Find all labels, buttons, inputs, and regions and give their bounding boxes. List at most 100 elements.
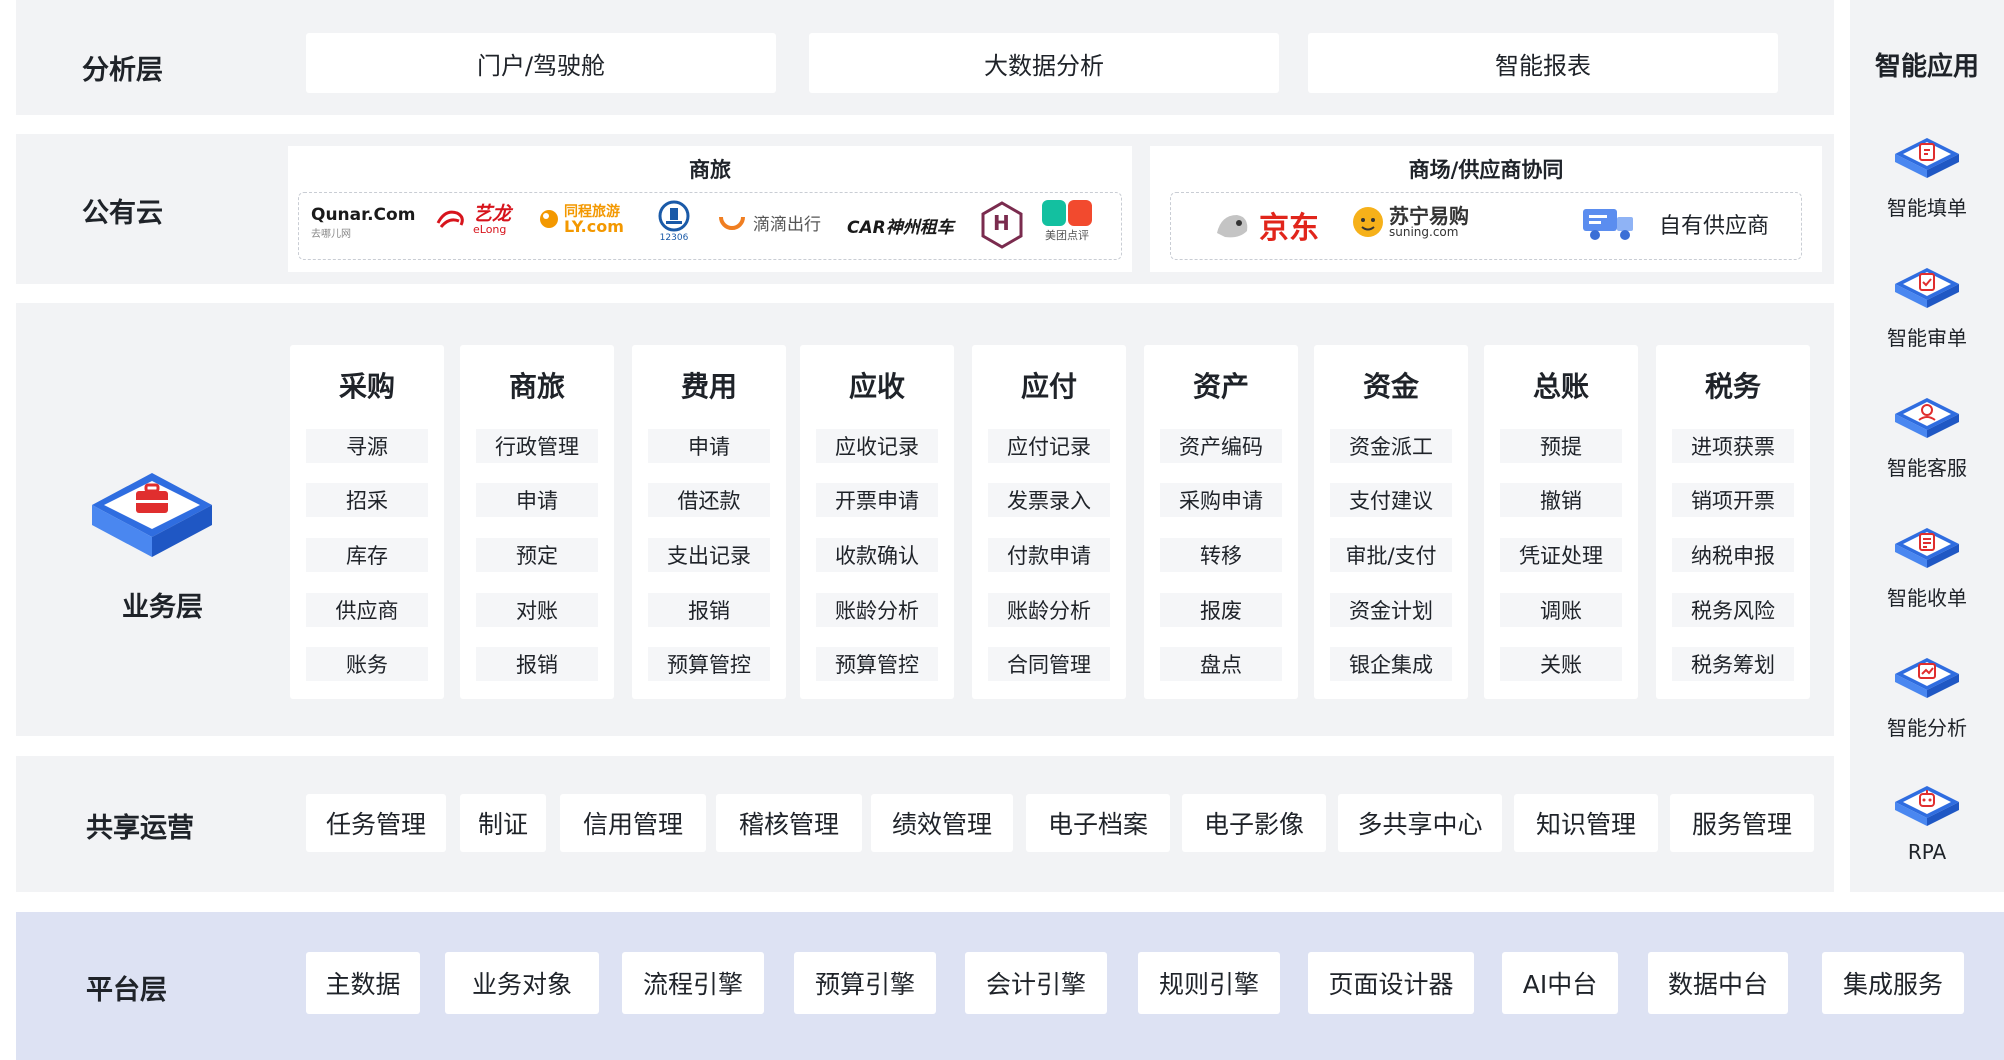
shared-ops-item[interactable]: 电子影像 xyxy=(1182,794,1326,852)
platform-item[interactable]: 流程引擎 xyxy=(622,952,764,1014)
elong-logo[interactable]: 艺龙 eLong xyxy=(435,205,511,235)
platform-item[interactable]: 页面设计器 xyxy=(1308,952,1474,1014)
business-item[interactable]: 预算管控 xyxy=(648,647,770,681)
business-item[interactable]: 预提 xyxy=(1500,429,1622,463)
business-item[interactable]: 关账 xyxy=(1500,647,1622,681)
suning-logo[interactable]: 苏宁易购 suning.com xyxy=(1351,205,1469,239)
business-item[interactable]: 应收记录 xyxy=(816,429,938,463)
business-column: 总账 预提 撤销 凭证处理 调账 关账 xyxy=(1484,345,1638,699)
business-column: 商旅 行政管理 申请 预定 对账 报销 xyxy=(460,345,614,699)
business-item[interactable]: 支付建议 xyxy=(1330,483,1452,517)
business-item[interactable]: 进项获票 xyxy=(1672,429,1794,463)
business-item[interactable]: 账龄分析 xyxy=(988,593,1110,627)
portal-cockpit-box[interactable]: 门户/驾驶舱 xyxy=(306,33,776,93)
platform-item[interactable]: 集成服务 xyxy=(1822,952,1964,1014)
platform-item[interactable]: 预算引擎 xyxy=(794,952,936,1014)
smart-app-label: 智能收单 xyxy=(1887,586,1967,610)
business-item[interactable]: 预定 xyxy=(476,538,598,572)
business-item[interactable]: 报销 xyxy=(476,647,598,681)
business-column: 费用 申请 借还款 支出记录 报销 预算管控 xyxy=(632,345,786,699)
shared-ops-item[interactable]: 电子档案 xyxy=(1026,794,1170,852)
didi-icon xyxy=(719,216,745,230)
ly-logo[interactable]: 同程旅游 LY.com xyxy=(537,205,624,235)
smart-report-box[interactable]: 智能报表 xyxy=(1308,33,1778,93)
platform-item[interactable]: 数据中台 xyxy=(1648,952,1788,1014)
business-item[interactable]: 预算管控 xyxy=(816,647,938,681)
business-item[interactable]: 采购申请 xyxy=(1160,483,1282,517)
car-inc-logo[interactable]: CAR神州租车 xyxy=(847,213,954,238)
business-item[interactable]: 付款申请 xyxy=(988,538,1110,572)
smart-app-item[interactable]: 智能收单 xyxy=(1850,522,2004,611)
jd-dog-icon xyxy=(1217,215,1248,238)
business-item[interactable]: 收款确认 xyxy=(816,538,938,572)
qunar-logo[interactable]: Qunar.Com 去哪儿网 xyxy=(311,205,415,240)
business-item[interactable]: 申请 xyxy=(648,429,770,463)
business-item[interactable]: 销项开票 xyxy=(1672,483,1794,517)
h-world-logo[interactable]: H xyxy=(979,201,1025,249)
business-item[interactable]: 撤销 xyxy=(1500,483,1622,517)
railway-12306-logo[interactable]: 12306 xyxy=(657,199,691,243)
business-item[interactable]: 合同管理 xyxy=(988,647,1110,681)
business-item[interactable]: 资金计划 xyxy=(1330,593,1452,627)
smart-app-item[interactable]: 智能分析 xyxy=(1850,652,2004,741)
business-item[interactable]: 报废 xyxy=(1160,593,1282,627)
didi-logo[interactable]: 滴滴出行 xyxy=(717,209,821,235)
business-item[interactable]: 凭证处理 xyxy=(1500,538,1622,572)
business-item[interactable]: 审批/支付 xyxy=(1330,538,1452,572)
business-item[interactable]: 税务风险 xyxy=(1672,593,1794,627)
suning-logo-text: 苏宁易购 xyxy=(1389,204,1469,228)
business-item[interactable]: 寻源 xyxy=(306,429,428,463)
business-item[interactable]: 库存 xyxy=(306,538,428,572)
smart-app-label: 智能客服 xyxy=(1887,456,1967,480)
smart-app-item[interactable]: RPA xyxy=(1850,780,2004,864)
shared-ops-item[interactable]: 多共享中心 xyxy=(1338,794,1502,852)
platform-item[interactable]: 业务对象 xyxy=(445,952,599,1014)
business-item[interactable]: 纳税申报 xyxy=(1672,538,1794,572)
business-item[interactable]: 对账 xyxy=(476,593,598,627)
mall-panel: 商场/供应商协同 京东 苏宁易购 suning.com 自有供应商 xyxy=(1150,146,1822,272)
business-item[interactable]: 招采 xyxy=(306,483,428,517)
business-column-title: 税务 xyxy=(1704,370,1761,403)
elong-logo-text: 艺龙 xyxy=(473,203,512,225)
receipt-icon xyxy=(1895,528,1959,568)
platform-item[interactable]: 主数据 xyxy=(306,952,420,1014)
shared-ops-item[interactable]: 服务管理 xyxy=(1670,794,1814,852)
shared-ops-item[interactable]: 绩效管理 xyxy=(871,794,1013,852)
business-item[interactable]: 开票申请 xyxy=(816,483,938,517)
business-item[interactable]: 供应商 xyxy=(306,593,428,627)
own-supplier[interactable]: 自有供应商 xyxy=(1581,205,1769,243)
smart-app-item[interactable]: 智能审单 xyxy=(1850,262,2004,351)
business-item[interactable]: 资产编码 xyxy=(1160,429,1282,463)
business-item[interactable]: 账务 xyxy=(306,647,428,681)
jd-logo[interactable]: 京东 xyxy=(1211,203,1319,247)
business-item[interactable]: 支出记录 xyxy=(648,538,770,572)
big-data-analysis-box[interactable]: 大数据分析 xyxy=(809,33,1279,93)
business-item[interactable]: 资金派工 xyxy=(1330,429,1452,463)
business-column-title: 资产 xyxy=(1192,370,1249,403)
shared-ops-item[interactable]: 知识管理 xyxy=(1514,794,1658,852)
smart-app-item[interactable]: 智能填单 xyxy=(1850,132,2004,221)
shared-ops-item[interactable]: 任务管理 xyxy=(306,794,446,852)
business-item[interactable]: 申请 xyxy=(476,483,598,517)
platform-item[interactable]: AI中台 xyxy=(1502,952,1618,1014)
business-item[interactable]: 税务筹划 xyxy=(1672,647,1794,681)
shared-ops-item[interactable]: 稽核管理 xyxy=(716,794,862,852)
business-item[interactable]: 账龄分析 xyxy=(816,593,938,627)
platform-item[interactable]: 规则引擎 xyxy=(1138,952,1280,1014)
shared-ops-item[interactable]: 信用管理 xyxy=(560,794,706,852)
qunar-logo-text: Qunar.Com xyxy=(311,205,416,225)
meituan-logo[interactable]: 美团点评 xyxy=(1041,199,1093,243)
business-item[interactable]: 发票录入 xyxy=(988,483,1110,517)
business-item[interactable]: 盘点 xyxy=(1160,647,1282,681)
smart-app-item[interactable]: 智能客服 xyxy=(1850,392,2004,481)
own-supplier-text: 自有供应商 xyxy=(1659,214,1770,239)
platform-item[interactable]: 会计引擎 xyxy=(965,952,1107,1014)
business-item[interactable]: 报销 xyxy=(648,593,770,627)
business-item[interactable]: 调账 xyxy=(1500,593,1622,627)
business-item[interactable]: 银企集成 xyxy=(1330,647,1452,681)
business-item[interactable]: 转移 xyxy=(1160,538,1282,572)
business-item[interactable]: 借还款 xyxy=(648,483,770,517)
business-item[interactable]: 应付记录 xyxy=(988,429,1110,463)
business-item[interactable]: 行政管理 xyxy=(476,429,598,463)
shared-ops-item[interactable]: 制证 xyxy=(460,794,546,852)
